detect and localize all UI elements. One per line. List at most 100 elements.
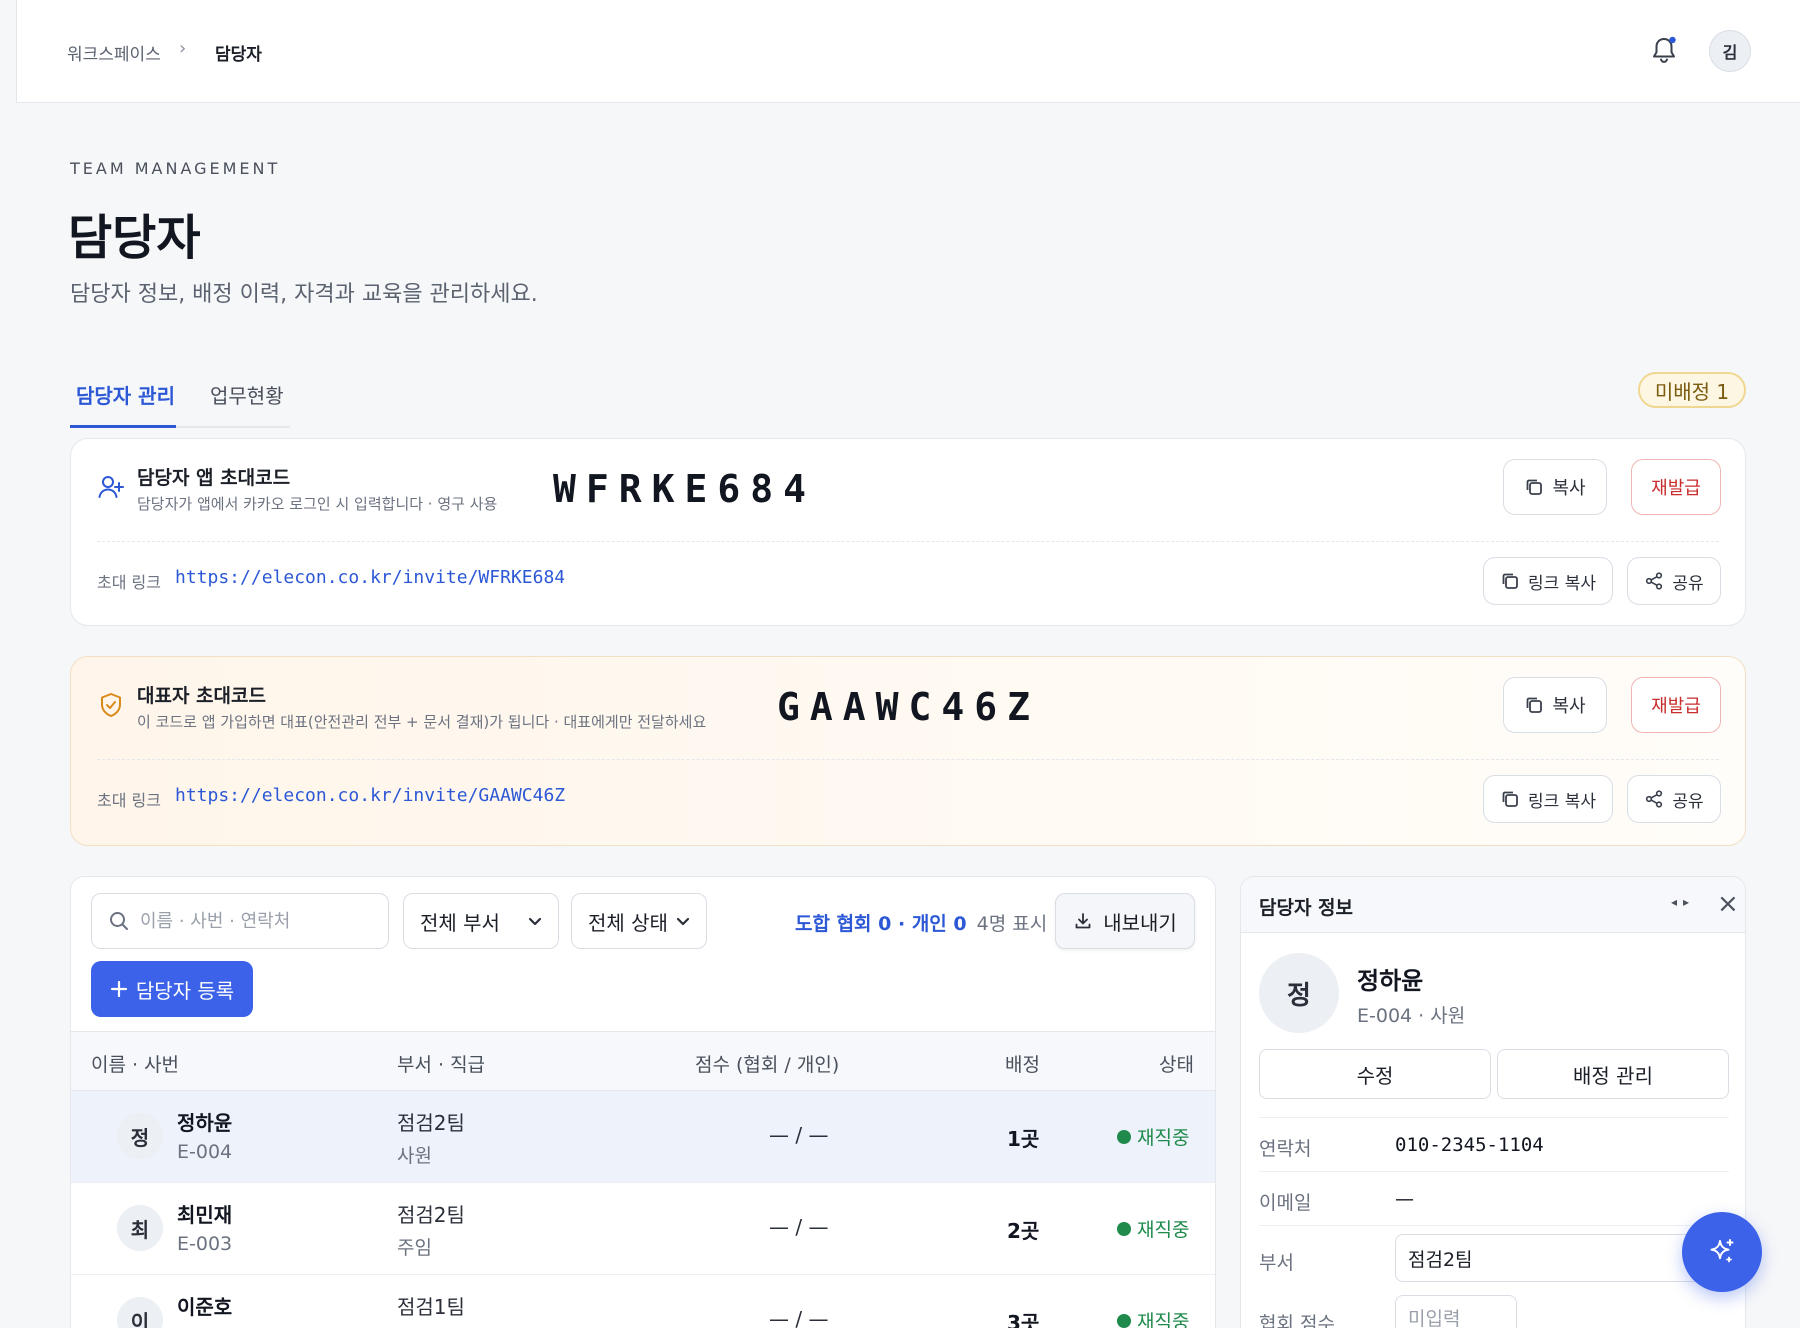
invite-link[interactable]: https://elecon.co.kr/invite/GAAWC46Z [175, 785, 565, 806]
col-name[interactable]: 이름 · 사번 [91, 1050, 179, 1077]
copy-icon [1502, 791, 1518, 807]
table-stats: 도합 협회 0 · 개인 0 4명 표시 [795, 909, 1047, 936]
breadcrumb-workspace[interactable]: 워크스페이스 [67, 40, 161, 65]
link-label: 초대 링크 [97, 573, 161, 592]
row-count: 4명 표시 [976, 913, 1048, 935]
score-summary: 도합 협회 0 · 개인 0 [795, 913, 967, 935]
row-id: E-004 [177, 1141, 233, 1163]
export-label: 내보내기 [1103, 910, 1177, 935]
staff-detail-panel: 담당자 정보 ◂▸ × 정 정하윤 E-004 · 사원 수정 배정 관리 연락… [1240, 876, 1746, 1328]
table-header: 이름 · 사번 부서 · 직급 점수 (협회 / 개인) 배정 상태 [71, 1031, 1215, 1091]
copy-link-label: 링크 복사 [1528, 791, 1596, 812]
copy-code-button[interactable]: 복사 [1503, 677, 1607, 733]
card-description: 담당자가 앱에서 카카오 로그인 시 입력합니다 · 영구 사용 [137, 495, 498, 513]
detail-field-email: 이메일 — [1259, 1171, 1729, 1225]
ai-assistant-button[interactable] [1682, 1212, 1762, 1292]
avatar: 정 [117, 1113, 163, 1159]
copy-icon [1527, 697, 1543, 713]
field-label: 협회 점수 [1259, 1313, 1335, 1328]
invite-code: GAAWC46Z [777, 685, 1041, 729]
row-score: — / — [769, 1307, 829, 1328]
row-name: 정하윤 [177, 1111, 233, 1135]
card-divider [97, 759, 1719, 760]
avatar: 이 [117, 1297, 163, 1328]
sparkle-icon [1710, 1239, 1734, 1263]
status-badge: 재직중 [1117, 1307, 1189, 1328]
assign-manage-button[interactable]: 배정 관리 [1497, 1049, 1729, 1099]
share-label: 공유 [1672, 573, 1704, 594]
owner-invite-card: 대표자 초대코드 이 코드로 앱 가입하면 대표(안전관리 전부 + 문서 결재… [70, 656, 1746, 846]
add-staff-button[interactable]: 담당자 등록 [91, 961, 253, 1017]
search-icon [110, 912, 128, 930]
col-assign[interactable]: 배정 [1005, 1050, 1040, 1077]
share-button[interactable]: 공유 [1627, 775, 1721, 823]
copy-link-button[interactable]: 링크 복사 [1483, 557, 1613, 605]
table-row[interactable]: 정 정하윤 E-004 점검2팀 사원 — / — 1곳 재직중 [71, 1091, 1215, 1183]
share-icon [1646, 572, 1663, 590]
row-rank: 사원 [397, 1145, 432, 1167]
status-select[interactable]: 전체 상태 [571, 893, 707, 949]
copy-link-button[interactable]: 링크 복사 [1483, 775, 1613, 823]
add-staff-label: 담당자 등록 [135, 978, 235, 1003]
breadcrumb-separator: › [179, 38, 187, 59]
invite-link[interactable]: https://elecon.co.kr/invite/WFRKE684 [175, 567, 565, 588]
row-assign: 3곳 [1007, 1311, 1040, 1328]
row-dept: 점검2팀 [397, 1203, 465, 1227]
row-name: 이준호 [177, 1295, 233, 1319]
copy-label: 복사 [1552, 478, 1586, 499]
page-eyebrow: TEAM MANAGEMENT [70, 159, 281, 178]
copy-label: 복사 [1552, 696, 1586, 717]
export-button[interactable]: 내보내기 [1055, 893, 1195, 949]
breadcrumb-current: 담당자 [215, 45, 262, 65]
table-row[interactable]: 최 최민재 E-003 점검2팀 주임 — / — 2곳 재직중 [71, 1183, 1215, 1275]
dept-field[interactable] [1395, 1234, 1725, 1282]
col-score[interactable]: 점수 (협회 / 개인) [695, 1050, 839, 1077]
chevron-down-icon [676, 917, 690, 926]
avatar: 최 [117, 1205, 163, 1251]
detail-subtitle: E-004 · 사원 [1357, 1005, 1466, 1027]
page-subtitle: 담당자 정보, 배정 이력, 자격과 교육을 관리하세요. [70, 282, 538, 307]
row-id: E-003 [177, 1233, 233, 1255]
status-dot [1117, 1221, 1131, 1236]
card-title: 담당자 앱 초대코드 [137, 467, 291, 489]
reissue-button[interactable]: 재발급 [1631, 677, 1721, 733]
user-plus-icon [97, 473, 125, 501]
search-input[interactable] [140, 910, 370, 932]
col-dept[interactable]: 부서 · 직급 [397, 1050, 485, 1077]
tab-manage-staff[interactable]: 담당자 관리 [76, 380, 175, 409]
association-score-field[interactable] [1395, 1295, 1517, 1328]
tab-work-status[interactable]: 업무현황 [210, 380, 284, 409]
dept-select[interactable]: 전체 부서 [403, 893, 559, 949]
table-row[interactable]: 이 이준호 점검1팀 — / — 3곳 재직중 [71, 1275, 1215, 1328]
share-label: 공유 [1672, 791, 1704, 812]
field-value: — [1395, 1188, 1414, 1210]
share-button[interactable]: 공유 [1627, 557, 1721, 605]
copy-code-button[interactable]: 복사 [1503, 459, 1607, 515]
row-dept: 점검1팀 [397, 1295, 465, 1319]
status-label: 재직중 [1137, 1311, 1190, 1328]
row-rank: 주임 [397, 1237, 432, 1259]
card-divider [97, 541, 1719, 542]
invite-code: WFRKE684 [553, 467, 817, 511]
row-assign: 2곳 [1007, 1219, 1040, 1243]
card-description: 이 코드로 앱 가입하면 대표(안전관리 전부 + 문서 결재)가 됩니다 · … [137, 713, 707, 731]
close-icon[interactable]: × [1717, 889, 1739, 919]
search-box[interactable] [91, 893, 389, 949]
status-badge: 재직중 [1117, 1123, 1189, 1150]
avatar: 정 [1259, 953, 1339, 1033]
reissue-button[interactable]: 재발급 [1631, 459, 1721, 515]
row-name: 최민재 [177, 1203, 233, 1227]
link-label: 초대 링크 [97, 791, 161, 810]
edit-button[interactable]: 수정 [1259, 1049, 1491, 1099]
share-icon [1646, 790, 1663, 808]
unassigned-badge[interactable]: 미배정 1 [1638, 372, 1746, 408]
bell-icon[interactable] [1649, 34, 1679, 66]
detail-nav-arrows[interactable]: ◂▸ [1671, 895, 1695, 909]
detail-header: 담당자 정보 ◂▸ × [1241, 877, 1745, 933]
user-avatar[interactable]: 김 [1709, 30, 1751, 72]
shield-icon [97, 691, 125, 719]
col-status[interactable]: 상태 [1159, 1050, 1194, 1077]
tab-active-indicator [70, 425, 176, 428]
field-value: 010-2345-1104 [1395, 1134, 1544, 1156]
field-label: 연락처 [1259, 1138, 1312, 1160]
